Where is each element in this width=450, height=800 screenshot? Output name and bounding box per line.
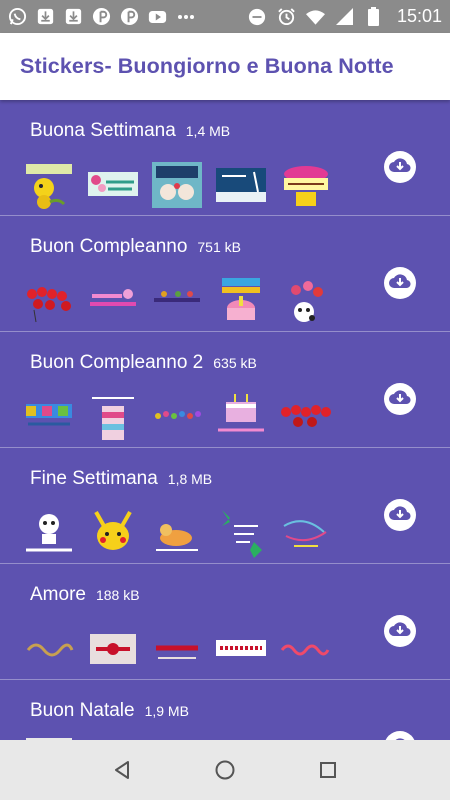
cloud-download-icon — [388, 271, 412, 295]
download-button[interactable] — [384, 267, 416, 299]
pinterest-icon — [120, 7, 139, 26]
sticker-thumbnail — [278, 506, 332, 560]
sticker-thumbnail — [86, 506, 140, 560]
pack-size: 1,4 MB — [185, 123, 231, 139]
sticker-thumbnail — [278, 390, 332, 444]
home-icon[interactable] — [205, 750, 245, 790]
status-bar: 15:01 — [0, 0, 450, 33]
pack-size: 635 kB — [213, 355, 257, 371]
sticker-thumbnail — [278, 274, 332, 328]
battery-icon — [364, 7, 383, 26]
cloud-download-icon — [388, 503, 412, 527]
sticker-thumbnail — [214, 158, 268, 212]
sticker-thumbnail — [86, 390, 140, 444]
navigation-bar — [0, 740, 450, 800]
sticker-pack-list[interactable]: Buona Settimana 1,4 MB Buon Compleanno 7… — [0, 100, 450, 740]
sticker-thumbnail — [150, 274, 204, 328]
recents-icon[interactable] — [308, 750, 348, 790]
sticker-thumbnail — [214, 390, 268, 444]
sticker-thumbnail — [22, 274, 76, 328]
status-time: 15:01 — [396, 6, 442, 26]
sticker-thumbnail — [22, 158, 76, 212]
download-button[interactable] — [384, 615, 416, 647]
sticker-pack-item[interactable]: Buon Compleanno 2 635 kB — [0, 332, 450, 448]
alarm-icon — [277, 7, 296, 26]
download-icon — [36, 7, 55, 26]
sticker-thumbnail — [86, 274, 140, 328]
sticker-thumbnail — [150, 390, 204, 444]
pack-name: Fine Settimana — [30, 468, 158, 489]
minus-circle-icon — [248, 7, 267, 26]
sticker-thumbnail — [22, 390, 76, 444]
dots-icon — [176, 7, 195, 26]
sticker-thumbnail — [150, 506, 204, 560]
pack-name: Buon Compleanno — [30, 236, 188, 257]
sticker-thumbnail — [214, 622, 268, 676]
cloud-download-icon — [388, 155, 412, 179]
pack-size: 1,9 MB — [144, 703, 189, 719]
sticker-thumbnail — [278, 622, 332, 676]
sticker-pack-item[interactable]: Buon Compleanno 751 kB — [0, 216, 450, 332]
sticker-pack-item[interactable]: Buon Natale 1,9 MB — [0, 680, 450, 740]
sticker-thumbnail — [214, 506, 268, 560]
download-button[interactable] — [384, 499, 416, 531]
wifi-icon — [305, 7, 325, 26]
app-bar: Stickers- Buongiorno e Buona Notte — [0, 33, 450, 100]
sticker-pack-item[interactable]: Buona Settimana 1,4 MB — [0, 100, 450, 216]
download-button[interactable] — [384, 383, 416, 415]
youtube-icon — [148, 7, 167, 26]
sticker-thumbnail — [150, 158, 204, 212]
sticker-thumbnail — [278, 158, 332, 212]
pack-name: Amore — [30, 584, 86, 605]
sticker-thumbnail — [86, 622, 140, 676]
pack-size: 1,8 MB — [167, 471, 213, 487]
pack-name: Buona Settimana — [30, 120, 176, 141]
pack-name: Buon Compleanno 2 — [30, 352, 204, 373]
sticker-thumbnail — [86, 158, 140, 212]
sticker-thumbnail — [150, 622, 204, 676]
pack-name: Buon Natale — [30, 700, 135, 721]
sticker-thumbnail — [214, 274, 268, 328]
download-button[interactable] — [384, 151, 416, 183]
sticker-thumbnail — [22, 506, 76, 560]
app-title: Stickers- Buongiorno e Buona Notte — [20, 54, 394, 78]
back-icon[interactable] — [102, 750, 142, 790]
download-icon — [64, 7, 83, 26]
sticker-thumbnail — [22, 622, 76, 676]
sticker-pack-item[interactable]: Amore 188 kB — [0, 564, 450, 680]
pinterest-icon — [92, 7, 111, 26]
cloud-download-icon — [388, 387, 412, 411]
cloud-download-icon — [388, 619, 412, 643]
signal-icon — [335, 7, 354, 26]
pack-size: 751 kB — [197, 239, 241, 255]
sticker-pack-item[interactable]: Fine Settimana 1,8 MB — [0, 448, 450, 564]
pack-size: 188 kB — [95, 587, 140, 603]
download-button[interactable] — [384, 731, 416, 740]
whatsapp-icon — [8, 7, 27, 26]
